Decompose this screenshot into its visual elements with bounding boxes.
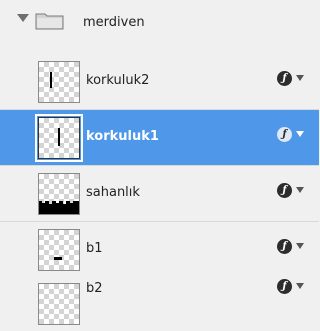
layer-thumbnail	[38, 173, 80, 215]
layer-row-sahanlik[interactable]: sahanlık ƒ	[0, 166, 319, 222]
layers-panel: merdiven korkuluk2 ƒ korkuluk1 ƒ sahanlı…	[0, 0, 319, 331]
layer-group-merdiven[interactable]: merdiven	[0, 0, 319, 55]
dropdown-arrow-icon[interactable]	[296, 75, 304, 81]
fx-icon[interactable]: ƒ	[277, 279, 292, 294]
dropdown-arrow-icon[interactable]	[296, 243, 304, 249]
layer-label: b2	[86, 281, 103, 296]
fx-icon[interactable]: ƒ	[277, 239, 292, 254]
folder-icon	[35, 13, 64, 30]
layer-thumbnail	[35, 114, 83, 162]
layer-thumbnail	[38, 283, 80, 325]
fx-icon[interactable]: ƒ	[277, 71, 292, 86]
layer-row-korkuluk1[interactable]: korkuluk1 ƒ	[0, 110, 319, 166]
dropdown-arrow-icon[interactable]	[296, 283, 304, 289]
dropdown-arrow-icon[interactable]	[296, 187, 304, 193]
layer-label: sahanlık	[86, 185, 140, 200]
layer-label: korkuluk1	[86, 129, 159, 144]
expand-arrow-icon[interactable]	[17, 14, 29, 22]
layer-label: korkuluk2	[86, 73, 150, 88]
layer-row-b2[interactable]: b2 ƒ	[0, 276, 319, 331]
fx-icon[interactable]: ƒ	[277, 127, 292, 142]
layer-thumbnail	[38, 229, 80, 271]
layer-label: b1	[86, 241, 103, 256]
layer-row-korkuluk2[interactable]: korkuluk2 ƒ	[0, 54, 319, 110]
fx-icon[interactable]: ƒ	[277, 183, 292, 198]
group-label: merdiven	[83, 15, 145, 30]
dropdown-arrow-icon[interactable]	[296, 131, 304, 137]
layer-row-b1[interactable]: b1 ƒ	[0, 222, 319, 278]
layer-thumbnail	[38, 61, 80, 103]
